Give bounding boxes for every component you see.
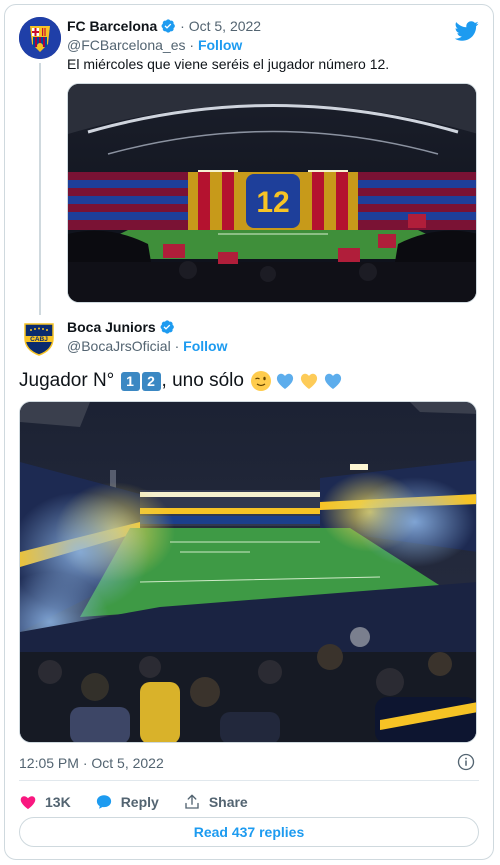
read-replies-button[interactable]: Read 437 replies xyxy=(19,817,479,847)
barcelona-stadium-photo: 12 xyxy=(68,84,476,302)
separator: · xyxy=(180,18,185,34)
share-label: Share xyxy=(208,794,248,810)
like-button[interactable]: 13K xyxy=(19,793,71,811)
quoted-author-name[interactable]: FC Barcelona xyxy=(67,18,157,34)
like-count: 13K xyxy=(45,794,71,810)
share-button[interactable]: Share xyxy=(183,793,248,811)
share-upload-icon xyxy=(185,794,199,809)
tweet-text-prefix: Jugador N° xyxy=(19,370,115,391)
follow-link[interactable]: Follow xyxy=(183,338,227,354)
blue-heart-icon xyxy=(324,373,342,389)
tweet-text-suffix: , uno sólo xyxy=(161,370,244,391)
author-handle-row: @BocaJrsOficial · Follow xyxy=(67,337,227,355)
fcb-avatar[interactable] xyxy=(19,17,61,59)
quoted-handle-row: @FCBarcelona_es · Follow xyxy=(67,36,242,54)
twitter-bird-icon[interactable] xyxy=(455,19,479,43)
blue-heart-icon xyxy=(276,373,294,389)
reply-bubble-icon xyxy=(96,795,111,809)
heart-icon xyxy=(20,796,36,810)
keycap-two-emoji: 2 xyxy=(141,371,161,391)
separator: · xyxy=(189,37,195,53)
info-icon[interactable] xyxy=(457,753,475,771)
boca-crest-letters: CABJ xyxy=(30,336,48,343)
quoted-date[interactable]: Oct 5, 2022 xyxy=(189,18,261,34)
verified-badge-icon xyxy=(160,320,174,334)
boca-crest-avatar[interactable]: CABJ xyxy=(21,321,57,357)
quoted-header: FC Barcelona · Oct 5, 2022 xyxy=(67,17,261,35)
quoted-tweet-text: El miércoles que viene seréis el jugador… xyxy=(67,56,390,72)
boca-stadium-photo xyxy=(20,402,476,742)
separator: · xyxy=(174,338,180,354)
quoted-follow-link[interactable]: Follow xyxy=(198,37,242,53)
quoted-handle[interactable]: @FCBarcelona_es xyxy=(67,37,186,53)
verified-badge-icon xyxy=(161,19,176,33)
author-name[interactable]: Boca Juniors xyxy=(67,319,156,335)
thread-line xyxy=(39,63,41,315)
fcb-crest-icon xyxy=(19,17,61,59)
tweet-text: Jugador N° 12, uno sólo xyxy=(19,368,344,394)
tweet-timestamp[interactable]: 12:05 PM · Oct 5, 2022 xyxy=(19,755,164,771)
action-bar: 13K Reply Share xyxy=(19,791,272,813)
tweet-media-image[interactable] xyxy=(19,401,477,743)
author-header: Boca Juniors xyxy=(67,318,175,336)
quoted-media-image[interactable]: 12 xyxy=(67,83,477,303)
tweet-card: FC Barcelona · Oct 5, 2022 @FCBarcelona_… xyxy=(4,4,494,860)
yellow-heart-icon xyxy=(300,373,318,389)
winking-face-emoji-icon xyxy=(250,371,271,391)
reply-button[interactable]: Reply xyxy=(95,793,159,811)
reply-label: Reply xyxy=(120,794,159,810)
divider xyxy=(19,780,479,781)
author-handle[interactable]: @BocaJrsOficial xyxy=(67,338,171,354)
keycap-one-emoji: 1 xyxy=(120,371,140,391)
mosaic-number: 12 xyxy=(256,186,289,219)
